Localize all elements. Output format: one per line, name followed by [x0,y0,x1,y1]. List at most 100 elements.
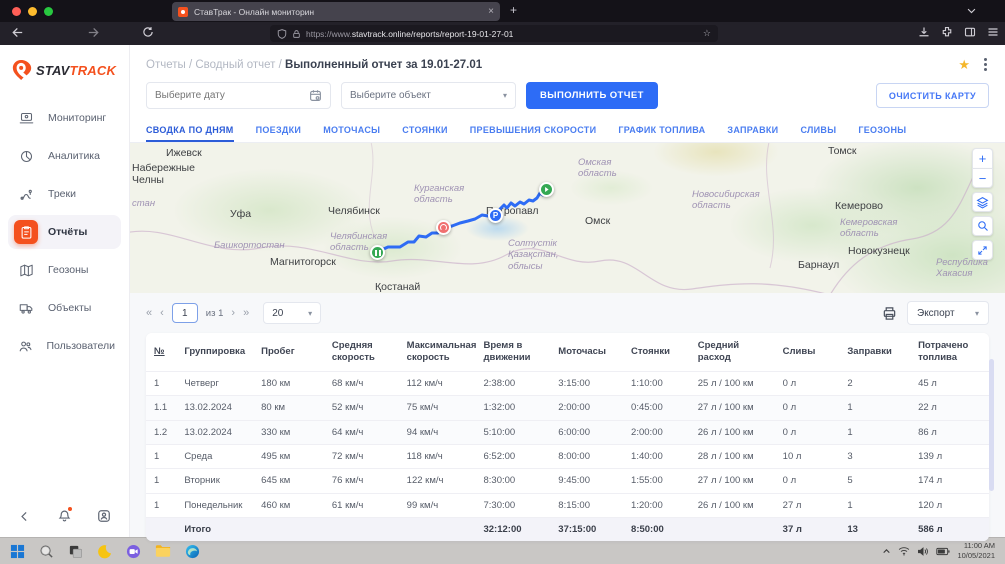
tray-chevron-icon[interactable] [882,547,891,556]
map-region-label: Курганская область [414,183,464,206]
volume-icon[interactable] [917,546,929,557]
sidebar-item-objects[interactable]: Объекты [8,291,121,325]
scrollbar-thumb[interactable] [989,359,994,491]
close-window-button[interactable] [12,7,21,16]
sidebar-item-reports[interactable]: Отчёты [8,215,121,249]
notifications-bell-icon[interactable] [58,509,71,523]
battery-icon[interactable] [936,547,950,556]
sidebar-item-tracks[interactable]: Треки [8,177,121,211]
table-cell: 122 км/ч [399,469,476,493]
url-bar[interactable]: https://www.stavtrack.online/reports/rep… [270,25,718,42]
night-app-icon[interactable] [97,544,112,559]
back-button[interactable] [10,26,23,39]
page-number-input[interactable]: 1 [172,303,198,323]
forward-button[interactable] [88,26,101,39]
tab-list-chevron-icon[interactable] [966,5,977,16]
select-chevron-icon: ▾ [503,91,507,100]
table-row[interactable]: 1Понедельник460 км61 км/ч99 км/ч7:30:008… [146,493,989,517]
first-page-button[interactable]: « [146,307,152,319]
tracking-shield-icon[interactable] [277,29,287,39]
start-button-icon[interactable] [10,544,25,559]
object-select[interactable]: Выберите объект ▾ [341,82,516,109]
date-input[interactable] [155,90,285,101]
map-zoom-in-button[interactable]: + [972,148,993,168]
downloads-icon[interactable] [918,26,930,38]
sidebar-panel-icon[interactable] [964,26,976,38]
tab-geozones[interactable]: ГЕОЗОНЫ [858,119,906,142]
map-marker-play[interactable] [539,182,554,197]
bookmark-star-icon[interactable]: ☆ [703,28,711,39]
table-cell: 0 л [775,396,840,420]
sidebar-item-geozones[interactable]: Геозоны [8,253,121,287]
tab-refuels[interactable]: ЗАПРАВКИ [727,119,778,142]
tab-engine-hours[interactable]: МОТОЧАСЫ [323,119,380,142]
sidebar-item-analytics[interactable]: Аналитика [8,139,121,173]
date-picker-field[interactable] [146,82,331,109]
map-marker-event[interactable] [436,220,451,235]
map-city-label: Томск [828,145,857,157]
next-page-button[interactable]: › [231,307,235,319]
map-layers-button[interactable] [972,192,993,212]
tab-trips[interactable]: ПОЕЗДКИ [256,119,302,142]
stavtrack-logo[interactable]: STAVTRACK [0,45,129,97]
tab-speeding[interactable]: ПРЕВЫШЕНИЯ СКОРОСТИ [470,119,597,142]
refresh-button[interactable] [142,26,154,38]
last-page-button[interactable]: » [243,307,249,319]
collapse-sidebar-icon[interactable] [18,510,31,523]
new-tab-button[interactable]: + [510,3,517,17]
sidebar-item-users[interactable]: Пользователи [8,329,121,363]
map-marker-pause[interactable] [370,245,385,260]
table-cell: 8:15:00 [550,493,623,517]
tab-drains[interactable]: СЛИВЫ [800,119,836,142]
taskbar-search-icon[interactable] [39,544,54,559]
table-cell: 37:15:00 [550,518,623,542]
browser-tab[interactable]: СтавТрак - Онлайн мониторин × [172,2,500,21]
objects-icon [14,296,38,320]
map-marker-parking[interactable]: P [488,208,503,223]
clear-map-button[interactable]: ОЧИСТИТЬ КАРТУ [876,83,989,108]
export-select[interactable]: Экспорт ▾ [907,301,989,325]
table-row[interactable]: 1Вторник645 км76 км/ч122 км/ч8:30:009:45… [146,469,989,493]
taskbar-clock[interactable]: 11:00 AM 10/05/2021 [957,541,995,561]
maximize-window-button[interactable] [44,7,53,16]
lock-icon[interactable] [292,29,301,39]
map-zoom-out-button[interactable]: − [972,168,993,188]
edge-browser-icon[interactable] [185,544,200,559]
column-header: Пробег [253,333,324,371]
table-cell: 5:10:00 [475,420,550,444]
print-icon[interactable] [882,306,897,321]
sidebar-item-monitoring[interactable]: Мониторинг [8,101,121,135]
menu-hamburger-icon[interactable] [987,26,999,38]
map-search-button[interactable] [972,216,993,236]
tab-parkings[interactable]: СТОЯНКИ [402,119,447,142]
minimize-window-button[interactable] [28,7,37,16]
table-row[interactable]: 1.213.02.2024330 км64 км/ч94 км/ч5:10:00… [146,420,989,444]
window-controls[interactable] [12,7,53,16]
map[interactable]: +− ИжевскНабережные ЧелныУфаЧелябинскМаг… [130,143,1005,293]
file-explorer-icon[interactable] [155,544,171,558]
video-chat-app-icon[interactable] [126,544,141,559]
table-cell [253,518,324,542]
table-cell: 1.2 [146,420,176,444]
run-report-button[interactable]: ВЫПОЛНИТЬ ОТЧЕТ [526,82,658,109]
table-cell: 120 л [910,493,989,517]
tab-fuel-chart[interactable]: ГРАФИК ТОПЛИВА [618,119,705,142]
table-total-row[interactable]: Итого32:12:0037:15:008:50:0037 л13586 л [146,518,989,542]
table-row[interactable]: 1Четверг180 км68 км/ч112 км/ч2:38:003:15… [146,371,989,395]
prev-page-button[interactable]: ‹ [160,307,164,319]
calendar-icon[interactable] [309,89,322,102]
breadcrumb-reports[interactable]: Отчеты [146,59,186,71]
wifi-icon[interactable] [898,546,910,556]
more-options-kebab-icon[interactable] [982,56,989,73]
tab-close-icon[interactable]: × [488,7,494,17]
page-size-select[interactable]: 20 ▾ [263,302,321,324]
extensions-icon[interactable] [941,26,953,38]
account-icon[interactable] [97,509,111,523]
tab-summary-by-days[interactable]: СВОДКА ПО ДНЯМ [146,119,234,142]
table-row[interactable]: 1.113.02.202480 км52 км/ч75 км/ч1:32:002… [146,396,989,420]
task-view-icon[interactable] [68,544,83,559]
report-table-card: №ГруппировкаПробегСредняя скоростьМаксим… [146,333,989,541]
table-row[interactable]: 1Среда495 км72 км/ч118 км/ч6:52:008:00:0… [146,444,989,468]
breadcrumb-summary-report[interactable]: Сводный отчет [195,59,275,71]
favorite-star-icon[interactable]: ★ [958,57,970,73]
